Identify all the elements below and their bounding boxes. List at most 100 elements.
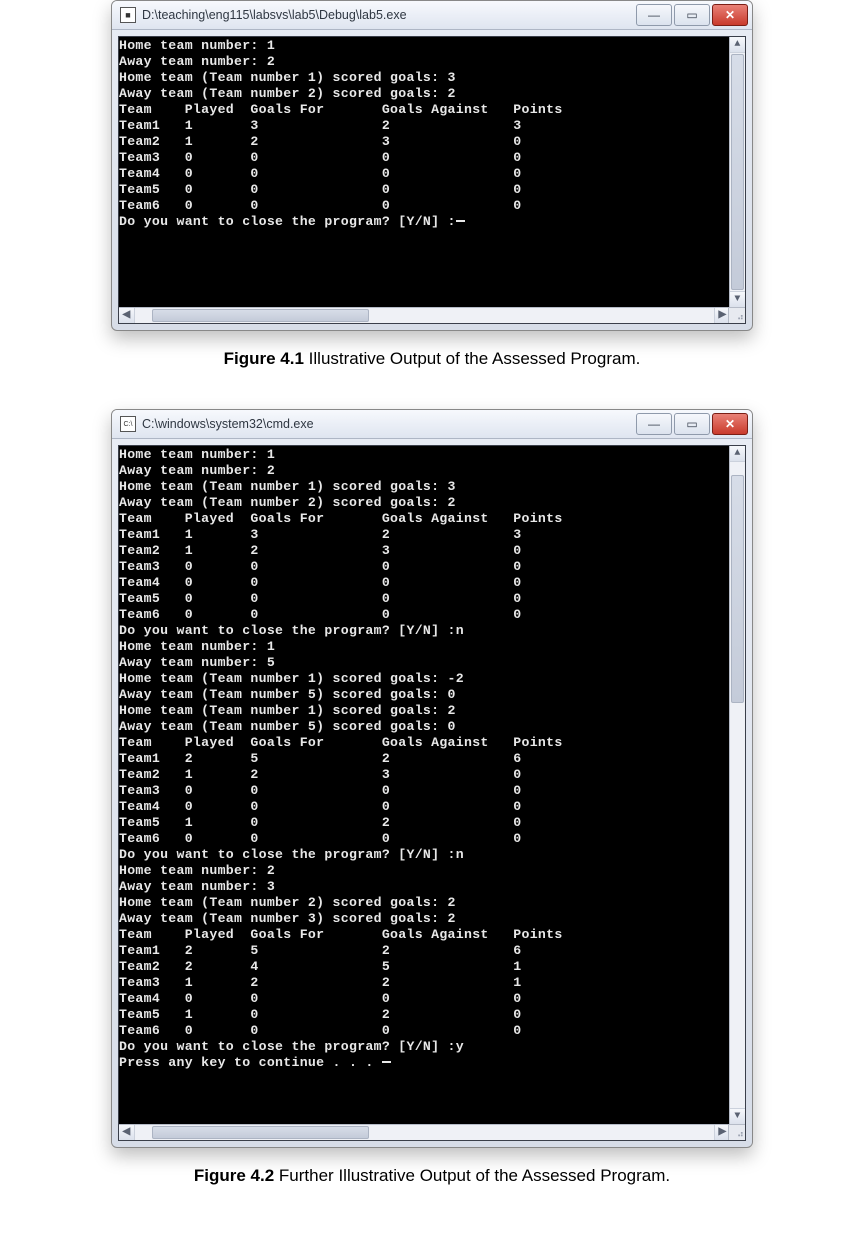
console-line: Team6 0 0 0 0: [119, 1023, 729, 1039]
console-line: Team2 1 2 3 0: [119, 767, 729, 783]
titlebar[interactable]: C:\ C:\windows\system32\cmd.exe — ▭ ✕: [112, 410, 752, 439]
console-line: Team4 0 0 0 0: [119, 575, 729, 591]
console-line: Home team (Team number 1) scored goals: …: [119, 70, 729, 86]
console-line: [119, 262, 729, 278]
console-line: Team4 0 0 0 0: [119, 991, 729, 1007]
window-buttons: — ▭ ✕: [634, 4, 748, 26]
figure-caption-text: Further Illustrative Output of the Asses…: [274, 1166, 670, 1185]
vertical-scroll-thumb[interactable]: [731, 54, 744, 290]
console-line: Team2 2 4 5 1: [119, 959, 729, 975]
console-line: Away team (Team number 2) scored goals: …: [119, 86, 729, 102]
console-line: Team Played Goals For Goals Against Poin…: [119, 927, 729, 943]
console-line: Home team (Team number 1) scored goals: …: [119, 671, 729, 687]
console-window-fig41: ■ D:\teaching\eng115\labsvs\lab5\Debug\l…: [111, 0, 753, 331]
maximize-button[interactable]: ▭: [674, 4, 710, 26]
horizontal-scroll-track[interactable]: [135, 308, 714, 323]
resize-grip-icon[interactable]: ⣠: [728, 1124, 745, 1140]
console-line: Home team number: 1: [119, 447, 729, 463]
console-line: [119, 246, 729, 262]
close-button[interactable]: ✕: [712, 4, 748, 26]
vertical-scrollbar[interactable]: ▲ ▼: [729, 37, 745, 307]
console-line: Team6 0 0 0 0: [119, 831, 729, 847]
console-window-fig42: C:\ C:\windows\system32\cmd.exe — ▭ ✕ Ho…: [111, 409, 753, 1148]
console-line: Team5 0 0 0 0: [119, 182, 729, 198]
console-line: Team1 2 5 2 6: [119, 943, 729, 959]
vertical-scrollbar[interactable]: ▲ ▼: [729, 446, 745, 1124]
console-line: [119, 230, 729, 246]
console-line: [119, 1071, 729, 1087]
cursor-icon: [382, 1061, 391, 1063]
app-icon: ■: [120, 7, 136, 23]
console-line: Team1 1 3 2 3: [119, 527, 729, 543]
console-line: Team3 0 0 0 0: [119, 783, 729, 799]
horizontal-scrollbar[interactable]: ◀ ▶: [119, 307, 730, 323]
window-title: D:\teaching\eng115\labsvs\lab5\Debug\lab…: [142, 8, 634, 22]
console-output: Home team number: 1Away team number: 2 Ho…: [119, 446, 745, 1120]
figure-caption-bold: Figure 4.2: [194, 1166, 274, 1185]
titlebar[interactable]: ■ D:\teaching\eng115\labsvs\lab5\Debug\l…: [112, 1, 752, 30]
console-line: Team Played Goals For Goals Against Poin…: [119, 735, 729, 751]
console-line: Team5 1 0 2 0: [119, 1007, 729, 1023]
scroll-left-icon[interactable]: ◀: [119, 308, 135, 323]
console-line: Away team (Team number 5) scored goals: …: [119, 719, 729, 735]
console-line: Away team (Team number 5) scored goals: …: [119, 687, 729, 703]
console-line: Home team number: 2: [119, 863, 729, 879]
console-line: Team Played Goals For Goals Against Poin…: [119, 511, 729, 527]
resize-grip-icon[interactable]: ⣠: [728, 307, 745, 323]
horizontal-scroll-thumb[interactable]: [152, 309, 368, 322]
console-line: Away team number: 2: [119, 54, 729, 70]
console-line: Away team number: 2: [119, 463, 729, 479]
console-line: Team6 0 0 0 0: [119, 198, 729, 214]
scroll-up-icon[interactable]: ▲: [730, 446, 745, 462]
vertical-scroll-track[interactable]: [730, 53, 745, 291]
figure-caption-42: Figure 4.2 Further Illustrative Output o…: [80, 1166, 784, 1186]
console-line: Press any key to continue . . .: [119, 1055, 729, 1071]
console-line: Team3 0 0 0 0: [119, 150, 729, 166]
console-line: Team1 1 3 2 3: [119, 118, 729, 134]
console-line: Team4 0 0 0 0: [119, 799, 729, 815]
scroll-left-icon[interactable]: ◀: [119, 1125, 135, 1140]
figure-caption-41: Figure 4.1 Illustrative Output of the As…: [80, 349, 784, 369]
window-title: C:\windows\system32\cmd.exe: [142, 417, 634, 431]
console-line: Team5 1 0 2 0: [119, 815, 729, 831]
console-line: [119, 1103, 729, 1119]
console-line: Team5 0 0 0 0: [119, 591, 729, 607]
minimize-button[interactable]: —: [636, 413, 672, 435]
scroll-down-icon[interactable]: ▼: [730, 1108, 745, 1124]
close-button[interactable]: ✕: [712, 413, 748, 435]
console-line: Do you want to close the program? [Y/N] …: [119, 214, 729, 230]
console-line: [119, 1087, 729, 1103]
vertical-scroll-track[interactable]: [730, 462, 745, 1108]
console-line: Away team number: 3: [119, 879, 729, 895]
minimize-button[interactable]: —: [636, 4, 672, 26]
console-line: Do you want to close the program? [Y/N] …: [119, 847, 729, 863]
console-line: Team2 1 2 3 0: [119, 134, 729, 150]
vertical-scroll-thumb[interactable]: [731, 475, 744, 703]
console-line: Do you want to close the program? [Y/N] …: [119, 623, 729, 639]
console-line: Team3 0 0 0 0: [119, 559, 729, 575]
console-line: Home team (Team number 2) scored goals: …: [119, 895, 729, 911]
scroll-down-icon[interactable]: ▼: [730, 291, 745, 307]
horizontal-scrollbar[interactable]: ◀ ▶: [119, 1124, 730, 1140]
horizontal-scroll-track[interactable]: [135, 1125, 714, 1140]
console-output: Home team number: 1Away team number: 2Ho…: [119, 37, 745, 311]
console-line: [119, 278, 729, 294]
console-line: Home team (Team number 1) scored goals: …: [119, 703, 729, 719]
horizontal-scroll-thumb[interactable]: [152, 1126, 368, 1139]
console-line: Home team number: 1: [119, 38, 729, 54]
console-line: Away team (Team number 3) scored goals: …: [119, 911, 729, 927]
scroll-up-icon[interactable]: ▲: [730, 37, 745, 53]
console-line: Team4 0 0 0 0: [119, 166, 729, 182]
console-line: Away team number: 5: [119, 655, 729, 671]
window-buttons: — ▭ ✕: [634, 413, 748, 435]
console-client: Home team number: 1Away team number: 2Ho…: [118, 36, 746, 324]
console-line: Team Played Goals For Goals Against Poin…: [119, 102, 729, 118]
console-line: Team3 1 2 2 1: [119, 975, 729, 991]
console-client: Home team number: 1Away team number: 2 Ho…: [118, 445, 746, 1141]
app-icon: C:\: [120, 416, 136, 432]
figure-caption-text: Illustrative Output of the Assessed Prog…: [304, 349, 640, 368]
cursor-icon: [456, 220, 465, 222]
console-line: Team6 0 0 0 0: [119, 607, 729, 623]
console-line: Do you want to close the program? [Y/N] …: [119, 1039, 729, 1055]
maximize-button[interactable]: ▭: [674, 413, 710, 435]
